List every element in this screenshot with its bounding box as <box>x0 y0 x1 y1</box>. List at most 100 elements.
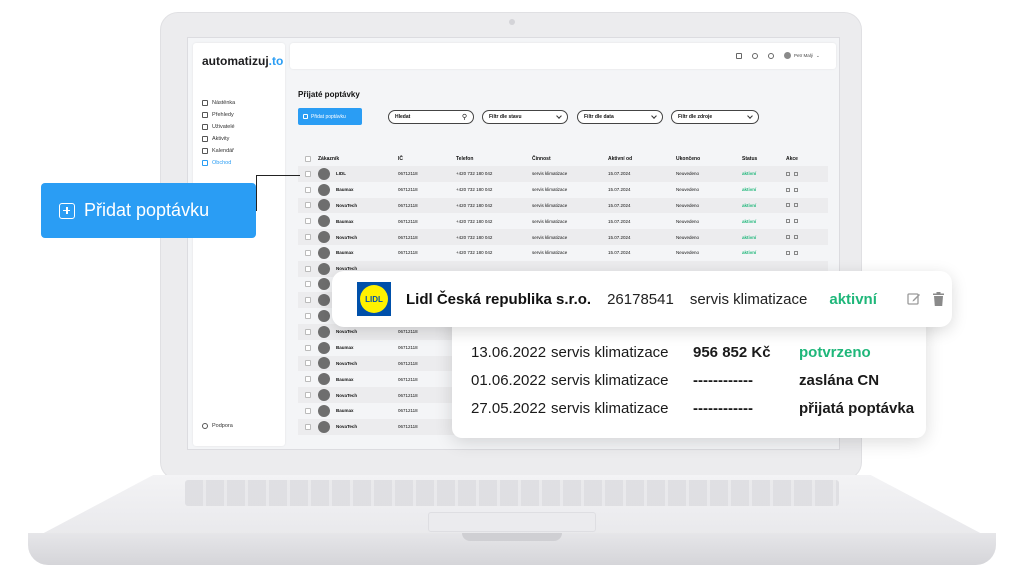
row-checkbox[interactable] <box>298 249 318 256</box>
actions-cell[interactable] <box>786 250 816 255</box>
sidebar-item-podpora[interactable]: Podpora <box>202 423 233 429</box>
customer-name: NovaTech <box>336 202 358 208</box>
row-checkbox[interactable] <box>298 376 318 383</box>
dark-mode-icon[interactable] <box>752 53 758 59</box>
trash-icon[interactable] <box>794 250 798 255</box>
history-row[interactable]: 13.06.2022 servis klimatizace 956 852 Kč… <box>471 344 871 361</box>
ic-cell: 06712118 <box>398 202 418 208</box>
actions-cell[interactable] <box>786 235 816 240</box>
sidebar-item-prehledy[interactable]: Přehledy <box>202 110 235 120</box>
add-inquiry-button[interactable]: Přidat poptávku <box>298 108 362 125</box>
laptop-trackpad <box>428 512 596 532</box>
checkbox-box <box>305 156 311 162</box>
sidebar-item-label: Kalendář <box>212 148 235 154</box>
row-checkbox[interactable] <box>298 218 318 225</box>
edit-icon[interactable] <box>786 235 790 240</box>
column-header[interactable]: IČ <box>398 156 456 162</box>
customer-name-cell: Baumax <box>318 373 398 386</box>
customer-name-cell: Baumax <box>318 183 398 196</box>
trash-icon[interactable] <box>932 292 944 306</box>
edit-icon[interactable] <box>786 219 790 224</box>
table-row[interactable]: Baumax 06712118 +420 732 180 042 servis kli… <box>298 245 828 261</box>
history-row[interactable]: 27.05.2022 servis klimatizace ----------… <box>471 400 914 417</box>
trash-icon[interactable] <box>794 171 798 176</box>
filter-date[interactable]: Filtr dle data <box>577 110 663 124</box>
filter-source[interactable]: Filtr dle zdroje <box>671 110 759 124</box>
customer-name-cell: Baumax <box>318 246 398 259</box>
history-activity: servis klimatizace <box>551 372 669 389</box>
activity-cell: servis klimatizace <box>532 250 568 256</box>
history-date: 01.06.2022 <box>471 372 547 389</box>
table-row[interactable]: NovaTech 06712118 +420 732 180 042 servis k… <box>298 229 828 245</box>
column-header[interactable]: Zákazník <box>318 156 398 162</box>
row-checkbox[interactable] <box>298 344 318 351</box>
row-checkbox[interactable] <box>298 360 318 367</box>
trash-icon[interactable] <box>794 187 798 192</box>
row-checkbox[interactable] <box>298 407 318 414</box>
edit-icon[interactable] <box>786 250 790 255</box>
table-row[interactable]: Baumax 06712118 +420 732 180 042 servis kli… <box>298 213 828 229</box>
row-checkbox[interactable] <box>298 170 318 177</box>
table-row[interactable]: LIDL 06712118 +420 732 180 042 servis klima… <box>298 166 828 182</box>
gear-icon[interactable] <box>768 53 774 59</box>
row-checkbox[interactable] <box>298 265 318 272</box>
customer-name: NovaTech <box>336 234 358 240</box>
customer-name-cell: NovaTech <box>318 420 398 433</box>
customer-avatar <box>318 199 330 212</box>
column-header[interactable]: Činnost <box>532 156 608 162</box>
user-menu[interactable]: Petr Malý ⌄ <box>784 52 820 59</box>
row-checkbox[interactable] <box>298 297 318 304</box>
sidebar-item-uzivatele[interactable]: Uživatelé <box>202 122 235 132</box>
trash-icon[interactable] <box>794 219 798 224</box>
sidebar-item-aktivity[interactable]: Aktivity <box>202 134 235 144</box>
app-logo[interactable]: automatizuj.to <box>202 54 283 68</box>
users-icon <box>202 124 208 130</box>
edit-icon[interactable] <box>786 171 790 176</box>
fullscreen-icon[interactable] <box>736 53 742 59</box>
actions-cell[interactable] <box>786 203 816 208</box>
trash-icon[interactable] <box>794 203 798 208</box>
row-checkbox[interactable] <box>298 281 318 288</box>
column-header[interactable]: Telefon <box>456 156 532 162</box>
actions-cell[interactable] <box>786 171 816 176</box>
customer-name-cell: NovaTech <box>318 199 398 212</box>
customer-avatar <box>318 357 330 370</box>
row-checkbox[interactable] <box>298 328 318 335</box>
ended-cell: Neuvedeno <box>676 171 700 177</box>
filter-status[interactable]: Filtr dle stavu <box>482 110 568 124</box>
row-checkbox[interactable] <box>298 313 318 320</box>
row-checkbox[interactable] <box>298 202 318 209</box>
activity-cell: servis klimatizace <box>532 202 568 208</box>
trash-icon[interactable] <box>794 235 798 240</box>
row-checkbox[interactable] <box>298 186 318 193</box>
sidebar-item-obchod[interactable]: Obchod <box>202 158 235 168</box>
column-header[interactable]: Aktivní od <box>608 156 676 162</box>
actions-cell[interactable] <box>786 219 816 224</box>
row-checkbox[interactable] <box>298 234 318 241</box>
select-all-checkbox[interactable] <box>298 156 318 162</box>
search-input[interactable]: Hledat ⚲ <box>388 110 474 124</box>
edit-icon[interactable] <box>786 203 790 208</box>
highlighted-customer-row[interactable]: LIDL Lidl Česká republika s.r.o. 2617854… <box>332 271 952 327</box>
sidebar-item-kalendar[interactable]: Kalendář <box>202 146 235 156</box>
add-inquiry-callout[interactable]: Přidat poptávku <box>41 183 256 238</box>
customer-name-cell: NovaTech <box>318 231 398 244</box>
table-header: Zákazník IČ Telefon Činnost Aktivní od U… <box>298 152 828 166</box>
edit-icon[interactable] <box>907 292 921 306</box>
status-cell: aktivní <box>742 218 757 224</box>
history-row[interactable]: 01.06.2022 servis klimatizace ----------… <box>471 372 879 389</box>
row-checkbox[interactable] <box>298 423 318 430</box>
table-row[interactable]: Baumax 06712118 +420 732 180 042 servis kli… <box>298 182 828 198</box>
row-checkbox[interactable] <box>298 392 318 399</box>
edit-icon[interactable] <box>786 187 790 192</box>
activity-cell: servis klimatizace <box>532 187 568 193</box>
checkbox-box <box>305 249 311 256</box>
lidl-logo-text: LIDL <box>360 285 388 313</box>
actions-cell[interactable] <box>786 187 816 192</box>
activities-icon <box>202 136 208 142</box>
column-header[interactable]: Ukončeno <box>676 156 742 162</box>
sidebar-item-nastenka[interactable]: Nástěnka <box>202 98 235 108</box>
column-header[interactable]: Status <box>742 156 786 162</box>
chevron-down-icon: ⌄ <box>816 52 820 58</box>
table-row[interactable]: NovaTech 06712118 +420 732 180 042 servis k… <box>298 197 828 214</box>
